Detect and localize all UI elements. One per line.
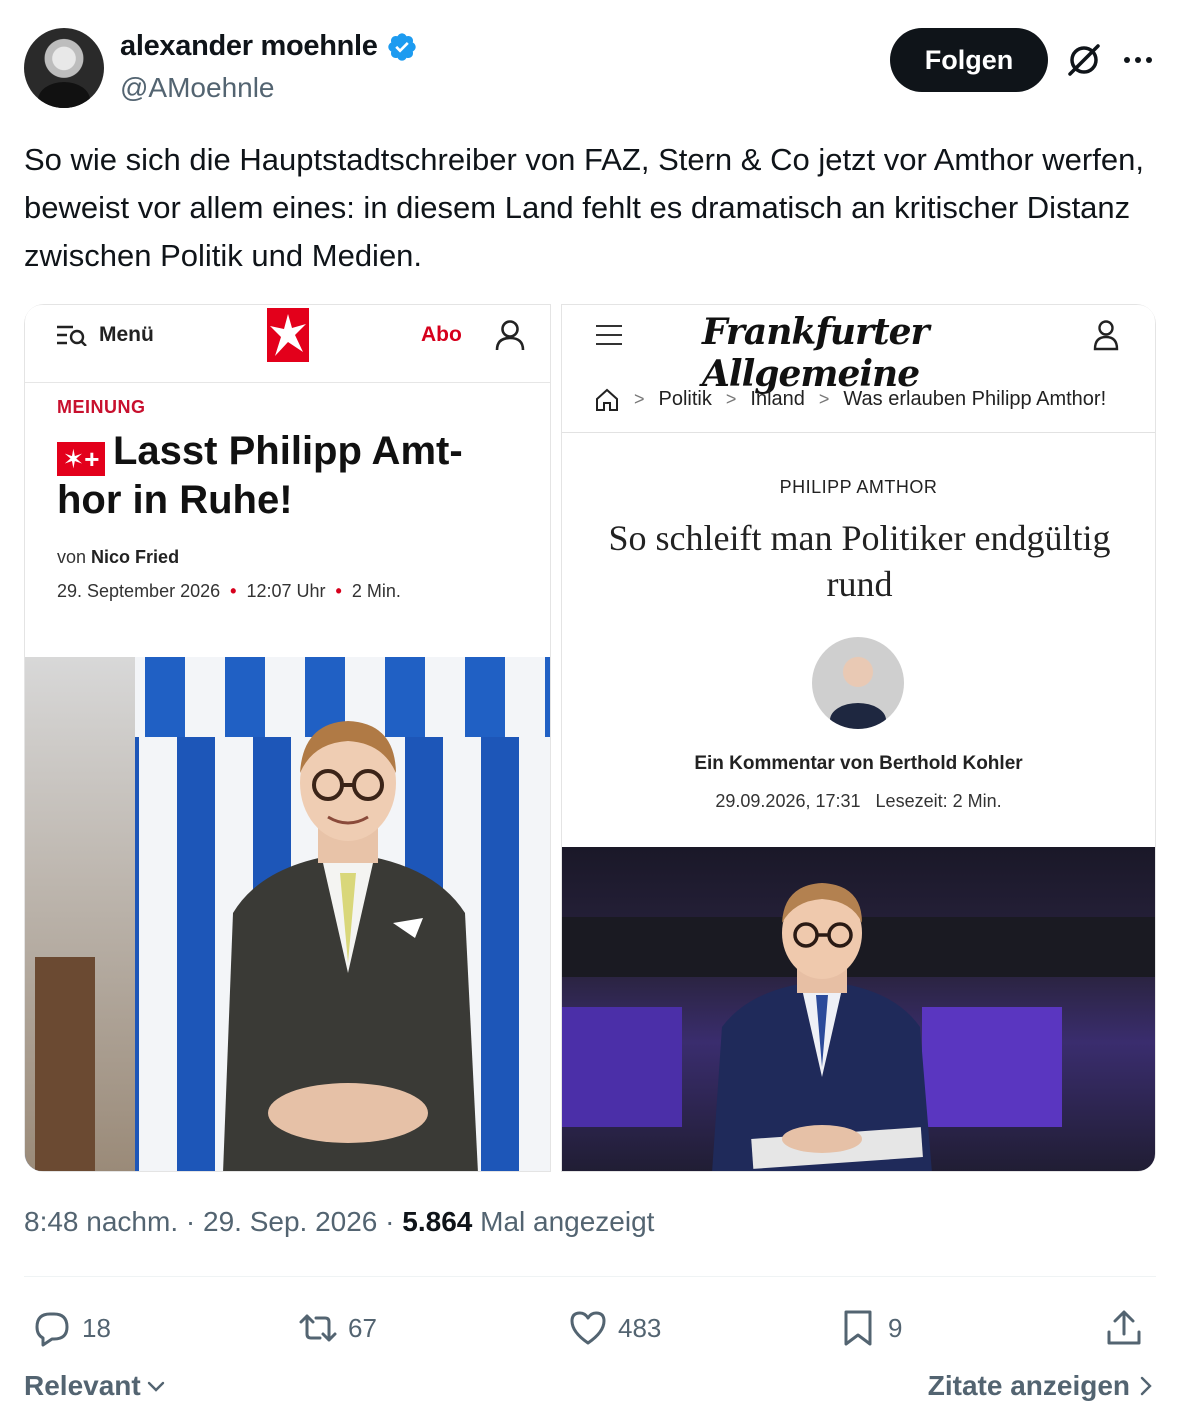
stern-read-time: 2 Min. xyxy=(351,581,401,601)
stern-time: 12:07 Uhr xyxy=(246,581,326,601)
faz-kicker: PHILIPP AMTHOR xyxy=(779,477,938,497)
breadcrumb-inland: Inland xyxy=(750,388,805,410)
media-image-faz[interactable]: Frankfurter Allgemeine > Politik > Inlan… xyxy=(561,304,1156,1172)
stern-author: Nico Fried xyxy=(91,547,180,567)
tweet-timestamp[interactable]: 8:48 nachm. · 29. Sep. 2026 · 5.864 Mal … xyxy=(24,1206,654,1238)
menu-search-icon xyxy=(57,325,87,346)
author-name-row[interactable]: alexander moehnle xyxy=(120,30,418,63)
heart-icon xyxy=(570,1311,606,1345)
faz-byline: Ein Kommentar von Berthold Kohler xyxy=(694,753,1023,774)
faz-user-icon xyxy=(1093,320,1119,351)
man-at-desk-photo xyxy=(712,883,932,1171)
faz-meta: 29.09.2026, 17:31 Lesezeit: 2 Min. xyxy=(562,791,1155,812)
tweet-time[interactable]: 8:48 nachm. xyxy=(24,1206,178,1237)
stern-date: 29. September 2026 xyxy=(57,581,221,601)
follow-button[interactable]: Folgen xyxy=(890,28,1048,92)
stern-byline-prefix: von xyxy=(57,547,87,567)
quotes-label: Zitate anzeigen xyxy=(927,1370,1130,1401)
breadcrumb-article: Was erlauben Philipp Amthor! xyxy=(843,388,1107,410)
divider xyxy=(24,1276,1156,1277)
like-count: 483 xyxy=(618,1312,662,1343)
verified-badge-icon xyxy=(387,32,416,61)
stern-menu-label: Menü xyxy=(99,323,154,346)
stern-meta: 29. September 2026 • 12:07 Uhr • 2 Min. xyxy=(57,581,401,601)
bookmark-icon xyxy=(844,1310,872,1346)
faz-photo xyxy=(562,847,1155,1171)
more-options-icon[interactable] xyxy=(1118,48,1158,72)
tweet-text: So wie sich die Hauptstadtschreiber von … xyxy=(24,142,1144,273)
repost-icon xyxy=(299,1314,337,1342)
sort-dropdown[interactable]: Relevant xyxy=(24,1370,167,1402)
bookmark-count: 9 xyxy=(888,1312,903,1343)
stern-title-text: Lasst Philipp Amt-hor in Ruhe! xyxy=(57,429,463,522)
faz-headline: So schleift man Politiker endgültig rund xyxy=(608,518,1111,604)
author-handle[interactable]: @AMoehnle xyxy=(120,72,275,104)
faz-header: Frankfurter Allgemeine xyxy=(562,305,1155,395)
home-icon xyxy=(596,388,618,411)
stern-menu: Menü xyxy=(57,323,154,347)
stern-header: Menü Abo xyxy=(25,305,550,383)
media-image-stern[interactable]: Menü Abo MEINUNG ✶+ Lasst Philipp Amt-hor… xyxy=(24,304,551,1172)
stern-headline: ✶+ Lasst Philipp Amt-hor in Ruhe! xyxy=(57,427,527,524)
faz-breadcrumb: > Politik > Inland > Was erlauben Philip… xyxy=(562,367,1155,433)
repost-button[interactable]: 67 xyxy=(298,1300,377,1356)
action-bar: 18 67 483 9 xyxy=(24,1300,1156,1356)
hamburger-menu-icon xyxy=(596,325,622,345)
media-grid[interactable]: Menü Abo MEINUNG ✶+ Lasst Philipp Amt-hor… xyxy=(24,304,1156,1172)
chevron-down-icon xyxy=(147,1381,164,1392)
share-icon xyxy=(1107,1310,1141,1345)
views-label: Mal angezeigt xyxy=(480,1206,655,1237)
stern-photo xyxy=(25,657,550,1171)
view-quotes-link[interactable]: Zitate anzeigen xyxy=(928,1370,1154,1402)
reply-button[interactable]: 18 xyxy=(32,1300,111,1356)
bookmark-button[interactable]: 9 xyxy=(838,1300,902,1356)
faz-date: 29.09.2026, 17:31 xyxy=(715,791,861,811)
like-button[interactable]: 483 xyxy=(568,1300,661,1356)
man-in-suit-photo xyxy=(223,721,478,1171)
faz-author-avatar xyxy=(812,637,904,729)
author-avatar[interactable] xyxy=(24,28,104,108)
faz-read-time: Lesezeit: 2 Min. xyxy=(875,791,1002,811)
reply-count: 18 xyxy=(82,1312,111,1343)
stern-logo-icon xyxy=(267,308,309,362)
breadcrumb-politik: Politik xyxy=(658,388,712,410)
sort-label: Relevant xyxy=(24,1370,141,1401)
reply-icon xyxy=(35,1312,69,1347)
grok-icon[interactable] xyxy=(1064,40,1104,80)
repost-count: 67 xyxy=(348,1312,377,1343)
author-name[interactable]: alexander moehnle xyxy=(120,30,378,63)
stern-user-icon xyxy=(495,320,525,351)
stern-byline: von Nico Fried xyxy=(57,547,179,568)
stern-abo-link: Abo xyxy=(421,323,462,346)
stern-kicker: MEINUNG xyxy=(57,397,146,417)
stern-plus-badge: ✶+ xyxy=(57,442,105,476)
tweet-date[interactable]: 29. Sep. 2026 xyxy=(203,1206,377,1237)
share-button[interactable] xyxy=(1104,1300,1144,1356)
chevron-right-icon xyxy=(1140,1376,1152,1396)
views-count: 5.864 xyxy=(402,1206,473,1237)
